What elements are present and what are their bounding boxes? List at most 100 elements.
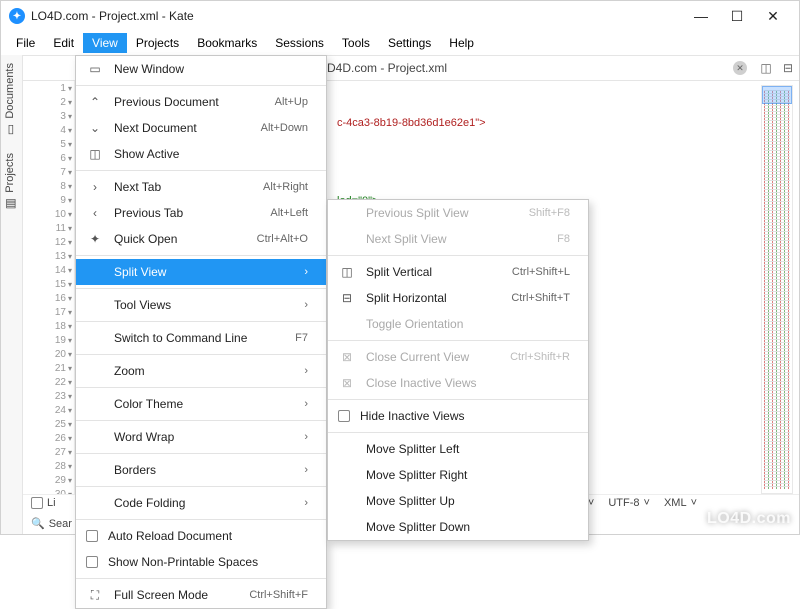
split-menu-item[interactable]: Hide Inactive Views (328, 403, 588, 429)
checkbox-icon[interactable] (338, 410, 350, 422)
split-menu-item[interactable]: ⊟Split HorizontalCtrl+Shift+T (328, 285, 588, 311)
menu-item-label: Split Horizontal (366, 291, 485, 305)
menu-item-label: Previous Document (114, 95, 249, 109)
menu-item-label: Previous Tab (114, 206, 244, 220)
sidebar-tab-projects[interactable]: ▥Projects (1, 145, 19, 219)
status-encoding[interactable]: UTF-8 (608, 497, 639, 509)
view-menu-item[interactable]: ›Next TabAlt+Right (76, 174, 326, 200)
view-menu-item[interactable]: Tool Views› (76, 292, 326, 318)
view-menu-item[interactable]: Show Non-Printable Spaces (76, 549, 326, 575)
view-menu-item[interactable]: ⌃Previous DocumentAlt+Up (76, 89, 326, 115)
view-menu-item[interactable]: Color Theme› (76, 391, 326, 417)
menu-item-icon: › (86, 180, 104, 194)
menu-item-label: Zoom (114, 364, 286, 378)
view-menu-item[interactable]: Borders› (76, 457, 326, 483)
side-tabs: ▭Documents ▥Projects (1, 55, 23, 534)
minimap[interactable] (761, 85, 793, 494)
line-number: 12▾ (23, 235, 74, 249)
line-number: 16▾ (23, 291, 74, 305)
view-menu-item[interactable]: ⌄Next DocumentAlt+Down (76, 115, 326, 141)
menu-sessions[interactable]: Sessions (266, 33, 333, 53)
menu-item-label: Move Splitter Right (366, 468, 570, 482)
view-menu-item[interactable]: ✦Quick OpenCtrl+Alt+O (76, 226, 326, 252)
menu-view[interactable]: View (83, 33, 127, 53)
line-number: 14▾ (23, 263, 74, 277)
view-menu-item[interactable]: ‹Previous TabAlt+Left (76, 200, 326, 226)
split-menu-item[interactable]: ◫Split VerticalCtrl+Shift+L (328, 259, 588, 285)
menu-bookmarks[interactable]: Bookmarks (188, 33, 266, 53)
submenu-arrow-icon: › (304, 464, 308, 476)
split-view-submenu: Previous Split ViewShift+F8Next Split Vi… (327, 199, 589, 541)
checkbox-icon[interactable] (86, 556, 98, 568)
menu-separator (76, 420, 326, 421)
maximize-button[interactable]: ☐ (719, 8, 755, 25)
tab-close-icon[interactable]: ✕ (733, 61, 747, 75)
menu-separator (76, 288, 326, 289)
line-number: 28▾ (23, 459, 74, 473)
view-menu-item[interactable]: Word Wrap› (76, 424, 326, 450)
split-menu-item[interactable]: Move Splitter Right (328, 462, 588, 488)
view-menu-item[interactable]: Split View› (76, 259, 326, 285)
tab-title[interactable]: D4D.com - Project.xml (327, 61, 733, 75)
menu-separator (76, 354, 326, 355)
view-menu-item[interactable]: Zoom › (76, 358, 326, 384)
checkbox-icon[interactable] (86, 530, 98, 542)
split-menu-item[interactable]: Move Splitter Up (328, 488, 588, 514)
menu-item-label: Next Split View (366, 232, 531, 246)
split-menu-item[interactable]: Move Splitter Left (328, 436, 588, 462)
menu-item-icon: ▭ (86, 62, 104, 76)
checkbox-icon[interactable] (31, 497, 43, 509)
split-horizontal-icon[interactable]: ⊟ (780, 61, 796, 75)
submenu-arrow-icon: › (304, 365, 308, 377)
minimize-button[interactable]: — (683, 8, 719, 25)
chevron-down-icon: ˅ (644, 497, 650, 509)
view-menu-item[interactable]: ▭New Window (76, 56, 326, 82)
menu-separator (328, 255, 588, 256)
status-syntax[interactable]: XML (664, 497, 687, 509)
minimap-content (764, 90, 790, 489)
window-title: LO4D.com - Project.xml - Kate (31, 9, 683, 23)
menu-tools[interactable]: Tools (333, 33, 379, 53)
line-number: 5▾ (23, 137, 74, 151)
close-button[interactable]: ✕ (755, 8, 791, 25)
view-menu-item[interactable]: ◫ Show Active (76, 141, 326, 167)
menu-item-icon: ✦ (86, 232, 104, 246)
menu-separator (76, 387, 326, 388)
view-menu-item[interactable]: Code Folding › (76, 490, 326, 516)
search-label[interactable]: Sear (49, 518, 72, 530)
menu-item-shortcut: F7 (295, 332, 308, 344)
menu-edit[interactable]: Edit (44, 33, 83, 53)
menu-item-icon: ⊟ (338, 291, 356, 305)
app-icon: ✦ (9, 8, 25, 24)
split-menu-item: Next Split View F8 (328, 226, 588, 252)
split-menu-item[interactable]: Move Splitter Down (328, 514, 588, 540)
menu-help[interactable]: Help (440, 33, 483, 53)
menu-item-label: Move Splitter Left (366, 442, 570, 456)
line-number: 19▾ (23, 333, 74, 347)
menu-item-icon: ⌄ (86, 121, 104, 135)
line-number-gutter: 1▾2▾3▾4▾5▾6▾7▾8▾9▾10▾11▾12▾13▾14▾15▾16▾1… (23, 81, 75, 494)
submenu-arrow-icon: › (304, 497, 308, 509)
menu-file[interactable]: File (7, 33, 44, 53)
menu-separator (328, 399, 588, 400)
menu-projects[interactable]: Projects (127, 33, 188, 53)
menu-item-shortcut: Alt+Down (261, 122, 308, 134)
menu-item-icon: ◫ (86, 147, 104, 161)
view-menu-item[interactable]: Auto Reload Document (76, 523, 326, 549)
line-number: 29▾ (23, 473, 74, 487)
menu-item-shortcut: Ctrl+Alt+O (257, 233, 308, 245)
sidebar-tab-documents[interactable]: ▭Documents (1, 55, 19, 145)
menu-settings[interactable]: Settings (379, 33, 440, 53)
menu-separator (328, 432, 588, 433)
view-menu-item[interactable]: ⛶Full Screen ModeCtrl+Shift+F (76, 582, 326, 608)
menu-item-label: Code Folding (114, 496, 286, 510)
minimap-viewport[interactable] (762, 86, 792, 104)
menu-item-icon: ⌃ (86, 95, 104, 109)
line-number: 1▾ (23, 81, 74, 95)
view-menu-item[interactable]: Switch to Command LineF7 (76, 325, 326, 351)
menu-item-label: Show Active (114, 147, 308, 161)
view-menu: ▭New Window⌃Previous DocumentAlt+Up⌄Next… (75, 55, 327, 609)
split-menu-item: ⊠Close Current ViewCtrl+Shift+R (328, 344, 588, 370)
split-icon[interactable]: ◫ (758, 61, 774, 75)
menu-item-shortcut: F8 (557, 233, 570, 245)
